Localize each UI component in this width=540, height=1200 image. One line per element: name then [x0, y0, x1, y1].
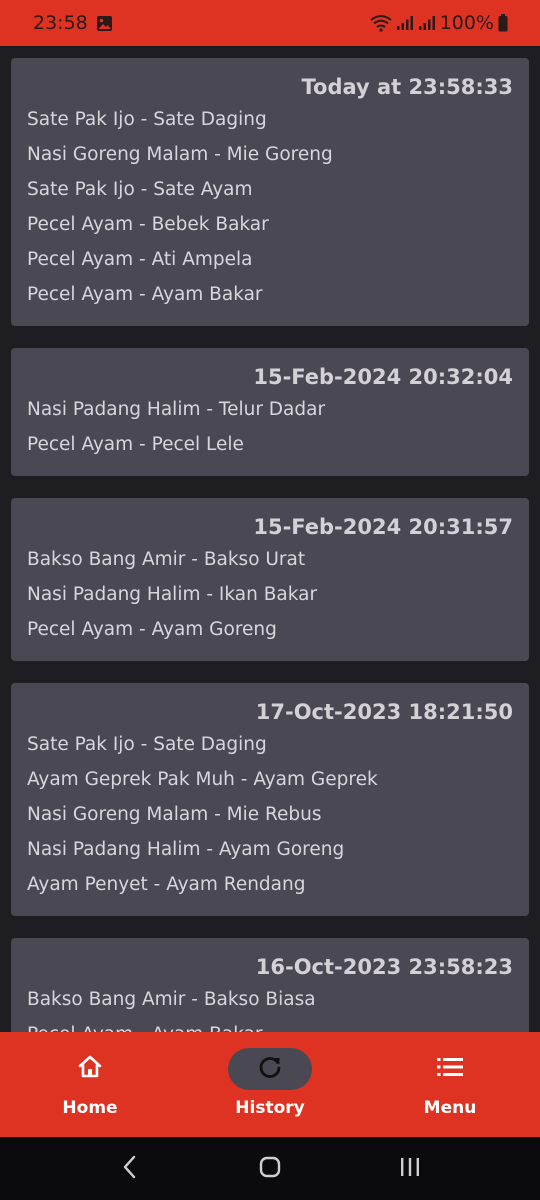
nav-home-label: Home — [62, 1098, 118, 1118]
system-navigation-bar — [0, 1137, 540, 1200]
history-card-date: 15-Feb-2024 20:31:57 — [253, 515, 513, 539]
status-left: 23:58 — [33, 12, 113, 34]
status-time: 23:58 — [33, 12, 88, 34]
bottom-navigation: Home History Menu — [0, 1032, 540, 1137]
status-right: 100% — [370, 12, 508, 34]
system-home-button[interactable] — [240, 1149, 300, 1189]
home-icon — [77, 1054, 103, 1084]
history-order-item: Nasi Padang Halim - Ayam Goreng — [27, 839, 345, 860]
history-order-item: Pecel Ayam - Bebek Bakar — [27, 214, 269, 235]
history-order-item: Pecel Ayam - Ati Ampela — [27, 249, 253, 270]
history-order-item: Pecel Ayam - Ayam Bakar — [27, 284, 263, 305]
history-order-item: Bakso Bang Amir - Bakso Biasa — [27, 989, 316, 1010]
battery-text: 100% — [439, 12, 494, 34]
history-order-item: Sate Pak Ijo - Sate Ayam — [27, 179, 253, 200]
history-card[interactable]: 15-Feb-2024 20:32:04 Nasi Padang Halim - … — [11, 348, 529, 476]
history-order-item: Pecel Ayam - Ayam Goreng — [27, 619, 277, 640]
status-bar: 23:58 100% — [0, 0, 540, 46]
battery-icon — [498, 14, 508, 32]
nav-home-icon-wrap — [48, 1048, 132, 1090]
list-icon — [436, 1055, 464, 1083]
history-card-date: 15-Feb-2024 20:32:04 — [253, 365, 513, 389]
history-card-date: Today at 23:58:33 — [301, 75, 513, 99]
history-order-item: Nasi Goreng Malam - Mie Rebus — [27, 804, 322, 825]
history-card[interactable]: Today at 23:58:33 Sate Pak Ijo - Sate Dag… — [11, 58, 529, 326]
history-order-item: Bakso Bang Amir - Bakso Urat — [27, 549, 306, 570]
home-square-icon — [258, 1155, 282, 1183]
history-order-item: Ayam Penyet - Ayam Rendang — [27, 874, 306, 895]
nav-history-label: History — [235, 1098, 305, 1118]
history-order-item: Ayam Geprek Pak Muh - Ayam Geprek — [27, 769, 378, 790]
back-icon — [120, 1154, 140, 1184]
history-order-item: Nasi Goreng Malam - Mie Goreng — [27, 144, 333, 165]
history-order-item: Pecel Ayam - Ayam Bakar — [27, 1017, 513, 1032]
nav-history[interactable]: History — [180, 1032, 360, 1137]
history-order-item: Nasi Padang Halim - Ikan Bakar — [27, 584, 318, 605]
gallery-icon — [96, 15, 113, 32]
nav-history-icon-wrap — [228, 1048, 312, 1090]
nav-menu[interactable]: Menu — [360, 1032, 540, 1137]
signal-icon-1 — [396, 15, 414, 31]
nav-home[interactable]: Home — [0, 1032, 180, 1137]
recents-icon — [398, 1155, 422, 1183]
signal-icon-2 — [418, 15, 436, 31]
history-card[interactable]: 15-Feb-2024 20:31:57 Bakso Bang Amir - Ba… — [11, 498, 529, 661]
history-card-date: 17-Oct-2023 18:21:50 — [255, 700, 513, 724]
history-order-item: Pecel Ayam - Pecel Lele — [27, 434, 244, 455]
nav-menu-label: Menu — [423, 1098, 477, 1118]
history-order-item: Nasi Padang Halim - Telur Dadar — [27, 399, 326, 420]
history-card[interactable]: 16-Oct-2023 23:58:23 Bakso Bang Amir - Ba… — [11, 938, 529, 1032]
nav-menu-icon-wrap — [408, 1048, 492, 1090]
system-recents-button[interactable] — [380, 1149, 440, 1189]
wifi-icon — [370, 14, 392, 32]
system-back-button[interactable] — [100, 1149, 160, 1189]
history-order-item: Sate Pak Ijo - Sate Daging — [27, 109, 267, 130]
history-list[interactable]: Today at 23:58:33 Sate Pak Ijo - Sate Dag… — [0, 46, 540, 1032]
history-card[interactable]: 17-Oct-2023 18:21:50 Sate Pak Ijo - Sate … — [11, 683, 529, 916]
history-order-item: Sate Pak Ijo - Sate Daging — [27, 734, 267, 755]
refresh-icon — [257, 1054, 283, 1084]
history-card-date: 16-Oct-2023 23:58:23 — [255, 955, 513, 979]
